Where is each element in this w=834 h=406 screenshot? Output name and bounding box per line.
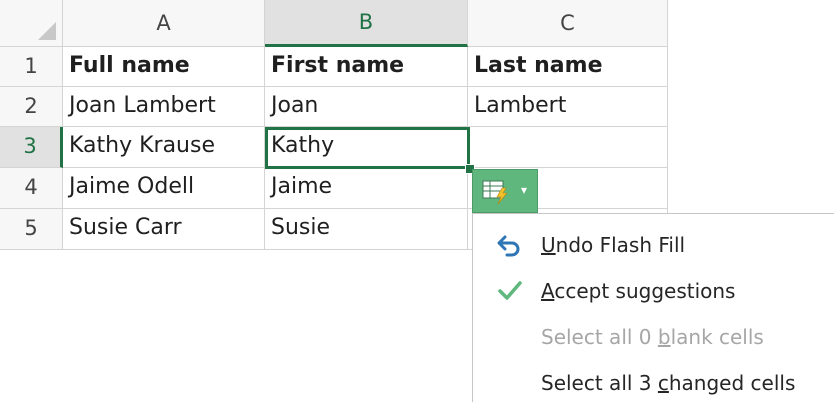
menu-item-label: Select all 0 blank cells — [541, 325, 764, 349]
menu-item-undo-flash-fill[interactable]: Undo Flash Fill — [473, 222, 834, 268]
cell-b1[interactable]: First name — [265, 47, 468, 87]
cell-a5[interactable]: Susie Carr — [63, 209, 265, 250]
row-header-4[interactable]: 4 — [0, 168, 63, 209]
flash-fill-options-icon — [482, 180, 508, 205]
cell-a2[interactable]: Joan Lambert — [63, 87, 265, 127]
row-header-2[interactable]: 2 — [0, 87, 63, 127]
cell-a4[interactable]: Jaime Odell — [63, 168, 265, 209]
cell-b2[interactable]: Joan — [265, 87, 468, 127]
column-header-c[interactable]: C — [468, 0, 668, 47]
column-header-a[interactable]: A — [63, 0, 265, 47]
cell-b3[interactable]: Kathy — [265, 127, 468, 168]
cell-c2[interactable]: Lambert — [468, 87, 668, 127]
menu-item-select-changed-cells[interactable]: Select all 3 changed cells — [473, 360, 834, 406]
menu-item-label: Accept suggestions — [541, 279, 736, 303]
menu-item-label: Select all 3 changed cells — [541, 371, 796, 395]
menu-item-label: Undo Flash Fill — [541, 233, 686, 257]
cell-b5[interactable]: Susie — [265, 209, 468, 250]
flash-fill-options-menu: Undo Flash Fill Accept suggestions Selec… — [472, 213, 834, 402]
chevron-down-icon: ▾ — [521, 183, 528, 197]
checkmark-icon — [497, 279, 523, 303]
row-header-3[interactable]: 3 — [0, 127, 63, 168]
select-all-triangle-icon — [38, 22, 56, 40]
column-header-b[interactable]: B — [265, 0, 468, 47]
row-header-1[interactable]: 1 — [0, 47, 63, 87]
undo-arrow-icon — [497, 233, 523, 257]
cell-a3[interactable]: Kathy Krause — [63, 127, 265, 168]
cell-c3[interactable] — [468, 127, 668, 168]
menu-item-select-blank-cells: Select all 0 blank cells — [473, 314, 834, 360]
cell-a1[interactable]: Full name — [63, 47, 265, 87]
menu-item-accept-suggestions[interactable]: Accept suggestions — [473, 268, 834, 314]
cell-b4[interactable]: Jaime — [265, 168, 468, 209]
row-header-5[interactable]: 5 — [0, 209, 63, 250]
flash-fill-options-button[interactable]: ▾ — [472, 169, 538, 213]
cell-c1[interactable]: Last name — [468, 47, 668, 87]
select-all-corner[interactable] — [0, 0, 63, 47]
